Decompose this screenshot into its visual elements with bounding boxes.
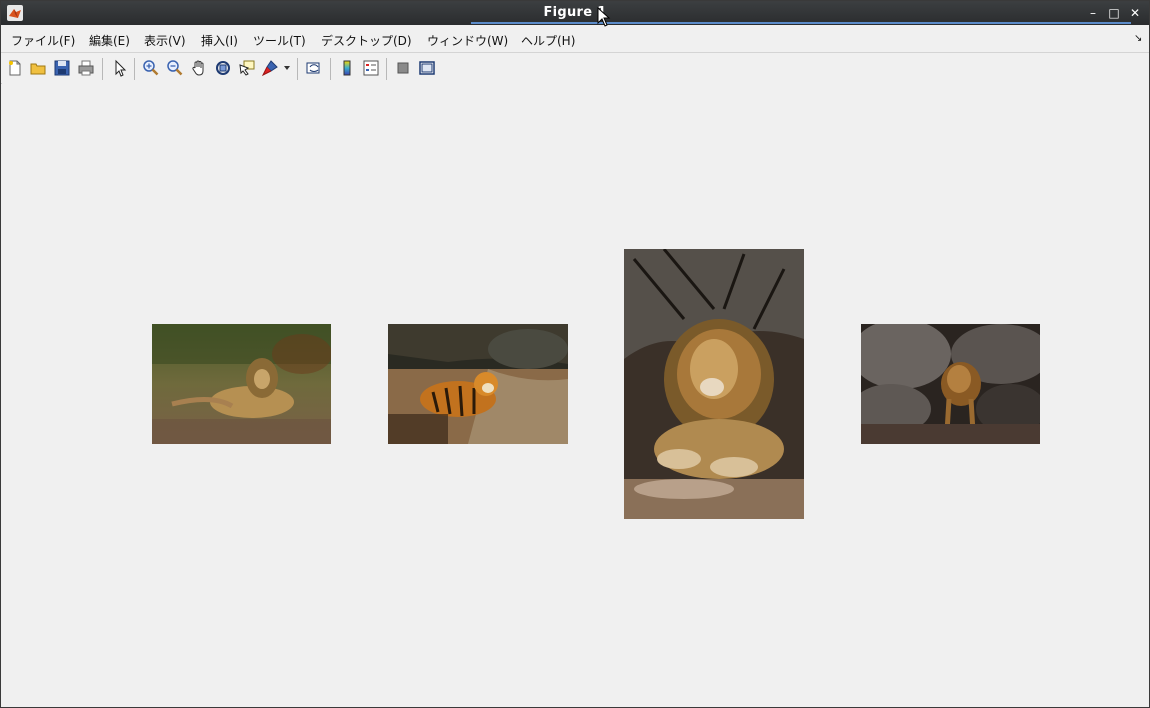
rotate-3d-icon[interactable] [214, 59, 232, 77]
colorbar-icon[interactable] [338, 59, 356, 77]
edit-plot-icon[interactable] [111, 59, 129, 77]
link-plot-icon[interactable] [305, 59, 323, 77]
menu-bar: ファイル(F) 編集(E) 表示(V) 挿入(I) ツール(T) デスクトップ(… [1, 27, 1149, 51]
minimize-button[interactable]: – [1085, 5, 1101, 21]
dock-arrow-icon[interactable]: ↘ [1134, 33, 1142, 44]
menu-help[interactable]: ヘルプ(H) [521, 32, 575, 49]
figure-canvas[interactable] [2, 83, 1149, 707]
toolbar-separator [134, 58, 135, 80]
toolbar-separator [297, 58, 298, 80]
window-title: Figure 1 [543, 5, 607, 20]
zoom-in-icon[interactable] [142, 59, 160, 77]
menu-view[interactable]: 表示(V) [144, 32, 186, 49]
menu-desktop[interactable]: デスクトップ(D) [321, 32, 412, 49]
brush-dropdown-icon[interactable] [284, 66, 290, 70]
menu-window[interactable]: ウィンドウ(W) [427, 32, 508, 49]
figure-window: Figure 1 – □ ✕ ファイル(F) 編集(E) 表示(V) 挿入(I)… [0, 0, 1150, 708]
title-bar[interactable]: Figure 1 – □ ✕ [1, 1, 1149, 25]
menu-insert[interactable]: 挿入(I) [201, 32, 238, 49]
lion-portrait-image [624, 249, 804, 519]
legend-icon[interactable] [362, 59, 380, 77]
figure-toolbar [1, 52, 1149, 84]
title-underline [471, 22, 1131, 24]
hide-plot-tools-icon[interactable] [394, 59, 412, 77]
mouse-pointer-icon [597, 7, 611, 27]
menu-edit[interactable]: 編集(E) [89, 32, 130, 49]
lion-lying-image [152, 324, 331, 444]
zoom-out-icon[interactable] [166, 59, 184, 77]
show-plot-tools-icon[interactable] [418, 59, 436, 77]
open-file-icon[interactable] [29, 59, 47, 77]
pan-icon[interactable] [190, 59, 208, 77]
brush-icon[interactable] [261, 59, 279, 77]
toolbar-separator [102, 58, 103, 80]
maximize-button[interactable]: □ [1106, 5, 1122, 21]
new-figure-icon[interactable] [6, 59, 24, 77]
close-button[interactable]: ✕ [1127, 5, 1143, 21]
toolbar-separator [386, 58, 387, 80]
save-icon[interactable] [53, 59, 71, 77]
lion-rocks-image [861, 324, 1040, 444]
menu-tools[interactable]: ツール(T) [253, 32, 306, 49]
tiger-water-image [388, 324, 568, 444]
menu-file[interactable]: ファイル(F) [11, 32, 75, 49]
print-icon[interactable] [77, 59, 95, 77]
data-cursor-icon[interactable] [238, 59, 256, 77]
toolbar-separator [330, 58, 331, 80]
